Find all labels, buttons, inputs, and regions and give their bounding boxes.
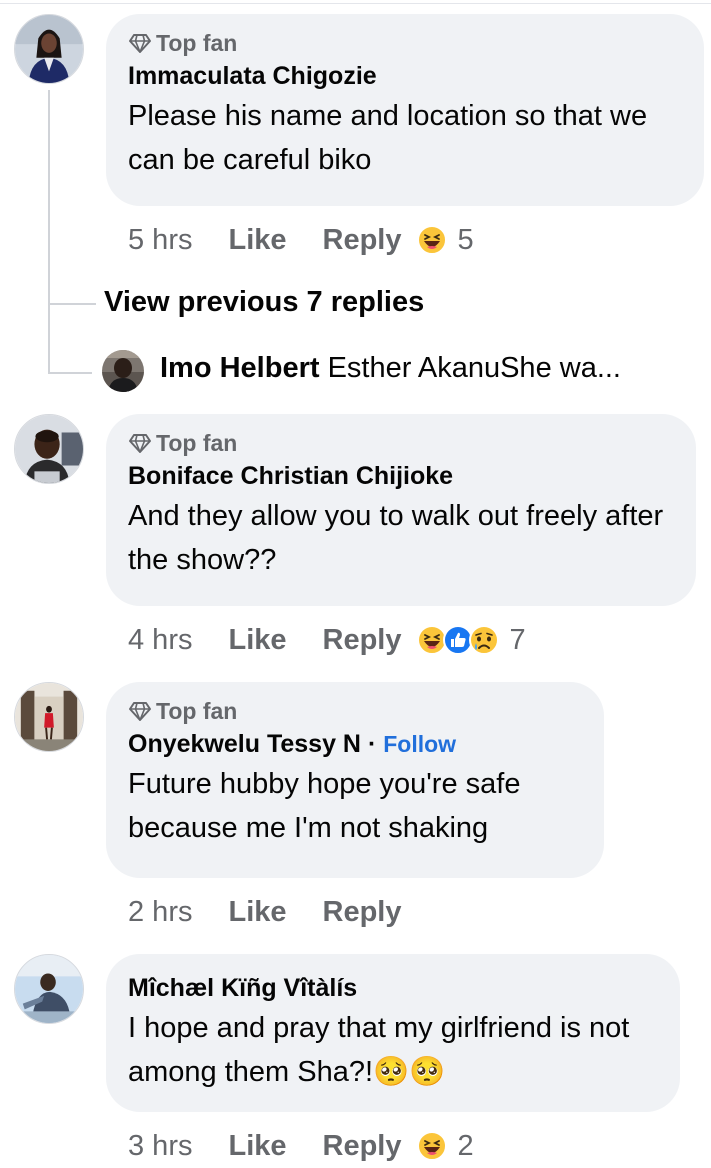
like-button[interactable]: Like — [228, 224, 286, 257]
badge-label: Top fan — [156, 697, 238, 724]
thread-branch — [48, 303, 96, 305]
comment-text: I hope and pray that my girlfriend is no… — [128, 1012, 630, 1088]
comment-time[interactable]: 2 hrs — [128, 896, 192, 929]
comment-author[interactable]: Onyekwelu Tessy N — [128, 730, 361, 758]
comment-text: Future hubby hope you're safe because me… — [128, 768, 521, 844]
top-fan-gem-icon — [129, 434, 151, 453]
top-fan-gem-icon — [129, 702, 151, 721]
comment-actions: 2 hrs Like Reply — [128, 890, 416, 934]
reply-button[interactable]: Reply — [323, 896, 402, 929]
avatar[interactable] — [14, 954, 84, 1024]
thread-line — [48, 90, 50, 374]
top-fan-badge: Top fan — [128, 428, 674, 458]
follow-button[interactable]: Follow — [383, 731, 456, 757]
avatar[interactable] — [14, 682, 84, 752]
reaction-count[interactable]: 2 — [458, 1130, 474, 1163]
comment-bubble: Mîchæl Kïñg Vîtàlís I hope and pray that… — [106, 954, 680, 1112]
like-button[interactable]: Like — [228, 1130, 286, 1163]
like-button[interactable]: Like — [228, 624, 286, 657]
comment-time[interactable]: 4 hrs — [128, 624, 192, 657]
comment-author[interactable]: Mîchæl Kïñg Vîtàlís — [128, 970, 658, 1006]
comment-author-row: Onyekwelu Tessy N · Follow — [128, 726, 582, 762]
comment-bubble: Top fan Immaculata Chigozie Please his n… — [106, 14, 704, 206]
comment-time[interactable]: 5 hrs — [128, 224, 192, 257]
comment-text: And they allow you to walk out freely af… — [128, 500, 664, 576]
sad-reaction-icon — [468, 625, 499, 655]
avatar[interactable] — [14, 14, 84, 84]
top-fan-gem-icon — [129, 34, 151, 53]
haha-reaction-icon — [416, 1131, 447, 1161]
comment-actions: 5 hrs Like Reply 5 — [128, 218, 474, 262]
reaction-count[interactable]: 5 — [458, 224, 474, 257]
comment-author[interactable]: Immaculata Chigozie — [128, 58, 682, 94]
reactions[interactable] — [416, 224, 448, 256]
comment-time[interactable]: 3 hrs — [128, 1130, 192, 1163]
comment-author[interactable]: Boniface Christian Chijioke — [128, 458, 674, 494]
reactions[interactable] — [416, 1130, 448, 1162]
reply-avatar[interactable] — [102, 350, 144, 392]
thread-branch — [48, 372, 92, 374]
badge-label: Top fan — [156, 429, 238, 456]
comment-bubble: Top fan Onyekwelu Tessy N · Follow Futur… — [106, 682, 604, 878]
view-previous-replies[interactable]: View previous 7 replies — [104, 286, 424, 319]
reply-preview[interactable]: Imo Helbert Esther AkanuShe wa... — [160, 352, 621, 385]
comment-bubble: Top fan Boniface Christian Chijioke And … — [106, 414, 696, 606]
haha-reaction-icon — [416, 225, 447, 255]
reaction-count[interactable]: 7 — [510, 624, 526, 657]
reply-button[interactable]: Reply — [323, 1130, 402, 1163]
separator-dot: · — [367, 730, 377, 758]
reply-text: Esther AkanuShe wa... — [327, 352, 621, 384]
reply-button[interactable]: Reply — [323, 624, 402, 657]
top-fan-badge: Top fan — [128, 696, 582, 726]
reactions[interactable] — [416, 624, 500, 656]
top-fan-badge: Top fan — [128, 28, 682, 58]
reply-button[interactable]: Reply — [323, 224, 402, 257]
badge-label: Top fan — [156, 29, 238, 56]
comment-actions: 4 hrs Like Reply 7 — [128, 618, 526, 662]
avatar[interactable] — [14, 414, 84, 484]
top-divider — [0, 3, 711, 4]
comment-actions: 3 hrs Like Reply 2 — [128, 1124, 474, 1168]
reply-author[interactable]: Imo Helbert — [160, 352, 320, 384]
like-button[interactable]: Like — [228, 896, 286, 929]
comment-text: Please his name and location so that we … — [128, 100, 648, 176]
